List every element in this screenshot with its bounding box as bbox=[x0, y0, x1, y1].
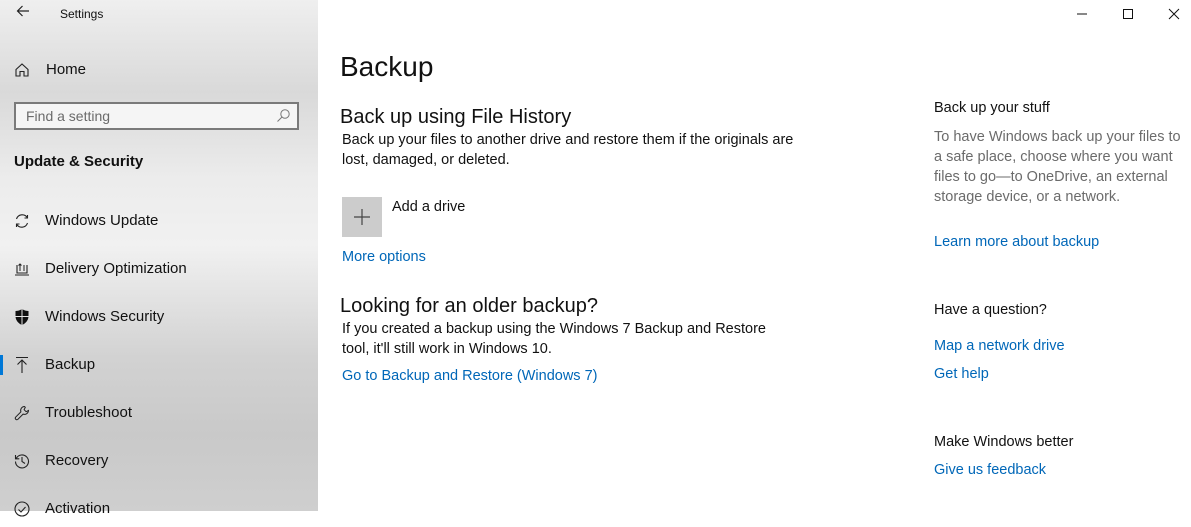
back-arrow-icon bbox=[16, 5, 29, 17]
search-input[interactable] bbox=[16, 104, 276, 128]
sidebar-item-label: Recovery bbox=[45, 452, 109, 469]
wrench-icon bbox=[12, 403, 32, 423]
sidebar-item-label: Home bbox=[46, 61, 87, 78]
sidebar-item-windows-security[interactable]: Windows Security bbox=[0, 299, 318, 335]
sidebar-item-troubleshoot[interactable]: Troubleshoot bbox=[0, 395, 318, 431]
shield-icon bbox=[12, 307, 32, 327]
close-icon bbox=[1168, 8, 1180, 20]
get-help-link[interactable]: Get help bbox=[934, 366, 989, 382]
check-circle-icon bbox=[12, 499, 32, 519]
sidebar-item-recovery[interactable]: Recovery bbox=[0, 443, 318, 479]
section-heading: Update & Security bbox=[14, 153, 144, 170]
have-question-heading: Have a question? bbox=[934, 302, 1047, 318]
older-backup-heading: Looking for an older backup? bbox=[340, 295, 598, 317]
sidebar-item-activation[interactable]: Activation bbox=[0, 491, 318, 527]
map-network-drive-link[interactable]: Map a network drive bbox=[934, 338, 1065, 354]
minimize-icon bbox=[1077, 13, 1087, 15]
history-icon bbox=[12, 451, 32, 471]
sidebar-item-windows-update[interactable]: Windows Update bbox=[0, 203, 318, 239]
older-backup-description: If you created a backup using the Window… bbox=[342, 321, 766, 357]
maximize-icon bbox=[1123, 9, 1133, 19]
title-bar: Settings bbox=[0, 0, 318, 30]
maximize-button[interactable] bbox=[1105, 0, 1151, 28]
home-icon bbox=[12, 60, 32, 80]
sidebar-item-home[interactable]: Home bbox=[0, 52, 318, 88]
sidebar-item-label: Windows Update bbox=[45, 212, 159, 229]
sidebar-item-label: Windows Security bbox=[45, 308, 165, 325]
app-title: Settings bbox=[60, 7, 104, 21]
refresh-icon bbox=[12, 211, 32, 231]
make-windows-better-heading: Make Windows better bbox=[934, 434, 1074, 450]
delivery-optimization-icon bbox=[12, 259, 32, 279]
sidebar: Settings Home Update & Security Windows … bbox=[0, 0, 318, 517]
sidebar-item-label: Backup bbox=[45, 356, 96, 373]
backup-arrow-icon bbox=[12, 355, 32, 375]
back-button[interactable] bbox=[12, 3, 34, 25]
file-history-heading: Back up using File History bbox=[340, 106, 572, 128]
search-box[interactable] bbox=[14, 102, 299, 130]
more-options-link[interactable]: More options bbox=[342, 249, 426, 265]
backup-stuff-heading: Back up your stuff bbox=[934, 100, 1050, 116]
sidebar-item-label: Activation bbox=[45, 500, 111, 517]
sidebar-item-label: Troubleshoot bbox=[45, 404, 132, 421]
learn-more-backup-link[interactable]: Learn more about backup bbox=[934, 234, 1099, 250]
backup-stuff-description: To have Windows back up your files to a … bbox=[934, 129, 1181, 205]
file-history-description: Back up your files to another drive and … bbox=[342, 132, 794, 168]
plus-icon bbox=[354, 209, 370, 225]
active-indicator bbox=[0, 355, 3, 375]
minimize-button[interactable] bbox=[1059, 0, 1105, 28]
backup-restore-win7-link[interactable]: Go to Backup and Restore (Windows 7) bbox=[342, 368, 597, 384]
add-drive-label[interactable]: Add a drive bbox=[392, 199, 465, 215]
search-icon[interactable] bbox=[275, 108, 291, 124]
close-button[interactable] bbox=[1151, 0, 1191, 28]
sidebar-item-delivery-optimization[interactable]: Delivery Optimization bbox=[0, 251, 318, 287]
sidebar-item-label: Delivery Optimization bbox=[45, 260, 187, 277]
page-title: Backup bbox=[340, 51, 434, 82]
add-drive-button[interactable] bbox=[342, 197, 382, 237]
sidebar-item-backup[interactable]: Backup bbox=[0, 347, 318, 383]
give-feedback-link[interactable]: Give us feedback bbox=[934, 462, 1046, 478]
